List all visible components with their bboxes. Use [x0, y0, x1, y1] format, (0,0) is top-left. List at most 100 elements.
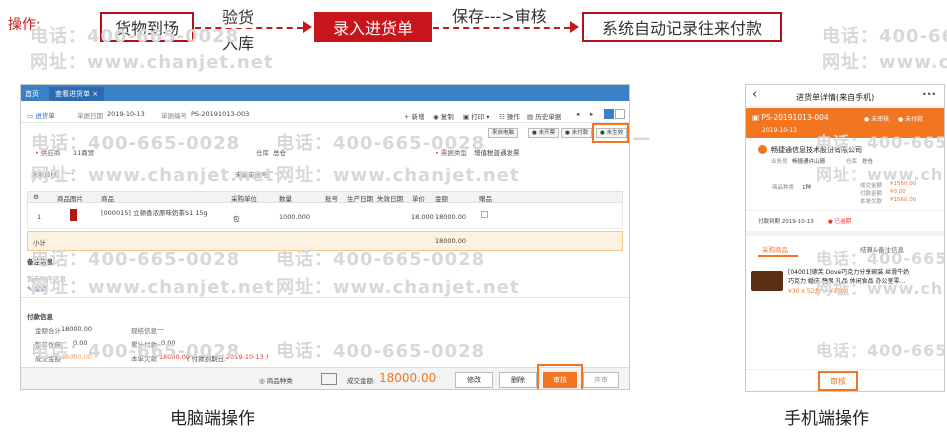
- watermark: 电话：400-665-0028: [276, 341, 486, 362]
- step-enter-purchase-text: 录入进货单: [332, 19, 413, 38]
- total-label: 金额合计: [35, 327, 61, 335]
- mobile-audit-button[interactable]: 审核: [818, 371, 858, 391]
- view-list-icon[interactable]: [615, 109, 625, 119]
- tag-no-invoice: ● 未开票: [528, 128, 560, 138]
- mobile-tab-goods[interactable]: 采购商品: [762, 244, 788, 254]
- row-index: 1: [37, 213, 42, 221]
- spec-label: 现结信息: [131, 327, 157, 335]
- mobile-paid: ¥0.00: [890, 189, 906, 195]
- th-qty: 数量: [279, 195, 292, 203]
- dove-product-image: [751, 271, 783, 291]
- bottom-deal-value: 18000.00: [379, 371, 437, 385]
- th-product: 商品: [101, 195, 114, 203]
- th-batch: 批号: [325, 195, 338, 203]
- mobile-overdue: ● 已逾期: [828, 219, 852, 225]
- watermark: 电话：400-665-: [822, 26, 947, 47]
- doc-type-label: ▭ 进货单: [27, 112, 55, 120]
- subtotal-amount: 18000.00: [435, 237, 467, 245]
- tag-unpaid-text: 未付款: [571, 130, 589, 136]
- mobile-overdue-text: 已逾期: [834, 219, 852, 225]
- row-unit: 包: [233, 215, 240, 223]
- edit-button-text: 修改: [467, 376, 481, 384]
- toolbar-print[interactable]: ▣ 打印 ▾: [463, 111, 490, 121]
- row-qty: 1000.000: [279, 213, 311, 221]
- warehouse-label: 仓库: [256, 149, 269, 157]
- nav-prev-icon[interactable]: ◂: [576, 110, 579, 118]
- mobile-due: 付款到期 2019-10-13: [758, 219, 814, 225]
- toolbar-copy[interactable]: ◉ 复制: [433, 111, 454, 121]
- th-image: 商品图片: [57, 195, 83, 203]
- watermark: 电话：400-665-: [816, 249, 945, 268]
- watermark: 电话：400-665-0028: [276, 249, 486, 270]
- th-amount: 金额: [435, 195, 448, 203]
- watermark: 电话：400-665-0028: [30, 26, 240, 47]
- watermark: 网址：www.chan: [816, 279, 944, 298]
- flow-arrow-2: [433, 27, 570, 29]
- delete-button[interactable]: 删除: [499, 372, 537, 388]
- watermark: 电话：400-665-0028: [31, 249, 241, 270]
- toolbar-history-text: 历史单据: [535, 113, 562, 121]
- unaudit-button[interactable]: 弃审: [583, 372, 619, 388]
- row-product: [000015] 立顿香浓原味奶茶S1 15g: [101, 209, 208, 217]
- mobile-caption: 手机端操作: [784, 409, 869, 429]
- watermark: 电话：400-665-0028: [31, 133, 241, 154]
- th-gift: 赠品: [479, 195, 492, 203]
- watermark: 网址：www.chanjet.net: [31, 277, 275, 298]
- row-amount: 18000.00: [435, 213, 467, 221]
- th-unit: 采购单位: [231, 195, 257, 203]
- mobile-tag-unpaid: ● 未付款: [898, 116, 924, 123]
- th-price: 单价: [412, 195, 425, 203]
- date-label: 单据日期: [77, 112, 103, 120]
- bottom-deal-label: 成交金额:: [347, 377, 376, 385]
- toolbar-ops-text: 操作: [506, 113, 520, 121]
- mobile-doc-code: ▣ PS-20191013-004: [752, 113, 829, 122]
- nav-next-icon[interactable]: ▸: [590, 110, 593, 118]
- settings-icon[interactable]: ⚙: [33, 193, 39, 201]
- toolbar-add[interactable]: + 新增: [404, 111, 425, 121]
- watermark: 电话：400-665-: [816, 341, 945, 360]
- tag-unpaid: ● 未付款: [561, 128, 593, 138]
- goods-kinds-text: 商品种类: [266, 377, 293, 385]
- highlight-audit: [537, 364, 583, 389]
- code-value: PS-20191013-003: [191, 110, 250, 118]
- flow-arrowhead-1: [303, 21, 312, 33]
- company-icon: [758, 145, 767, 154]
- edit-button[interactable]: 修改: [455, 372, 493, 388]
- mobile-kinds-label: 商品种类: [772, 185, 795, 191]
- tab-indicator: [758, 255, 798, 257]
- tag-from-pc: 来自电脑: [488, 128, 519, 138]
- row-price: 18.000: [411, 213, 434, 221]
- watermark: 电话：400-665-: [816, 133, 945, 152]
- divider: [21, 122, 629, 123]
- step-save-audit: 保存--->审核: [452, 3, 547, 27]
- back-icon[interactable]: ‹: [752, 87, 757, 102]
- unaudit-button-text: 弃审: [594, 376, 608, 384]
- toolbar-copy-text: 复制: [440, 113, 454, 121]
- view-toggle-icon[interactable]: [604, 109, 614, 119]
- watermark: 网址：www.chanjet.net: [276, 277, 520, 298]
- mobile-kinds: 1种: [802, 185, 811, 191]
- toolbar-history[interactable]: ▤ 历史单据: [527, 111, 561, 121]
- step-enter-purchase: 录入进货单: [314, 12, 432, 42]
- date-value: 2019-10-13: [107, 110, 145, 118]
- mobile-owe-label: 本单欠款: [860, 199, 883, 205]
- product-thumbnail: [70, 209, 77, 221]
- tag-no-invoice-text: 未开票: [538, 130, 556, 136]
- th-exp-date: 失效日期: [377, 195, 403, 203]
- tab-home[interactable]: 首页: [25, 87, 39, 101]
- mobile-screenshot: ‹ 进货单详情(来自手机) ••• ▣ PS-20191013-004 2019…: [745, 84, 945, 392]
- watermark: 网址：www.chan: [822, 52, 947, 73]
- watermark: 网址：www.chanjet.net: [276, 165, 520, 186]
- toolbar-add-text: 新增: [411, 113, 425, 121]
- toolbar-ops[interactable]: ☷ 操作: [499, 111, 520, 121]
- gift-checkbox[interactable]: [481, 211, 488, 218]
- mobile-doc-date: 2019-10-13: [762, 127, 797, 134]
- mobile-tag-unpaid-text: 未付款: [905, 116, 924, 123]
- doc-type-text: 进货单: [35, 112, 55, 120]
- mobile-audit-button-text: 审核: [830, 376, 846, 386]
- more-icon[interactable]: •••: [922, 90, 936, 99]
- tab-view-purchase[interactable]: 查看进货单 ×: [49, 87, 105, 101]
- watermark: 网址：www.chan: [816, 165, 944, 184]
- delete-button-text: 删除: [511, 376, 525, 384]
- mobile-clerk-label: 业务员: [771, 159, 788, 165]
